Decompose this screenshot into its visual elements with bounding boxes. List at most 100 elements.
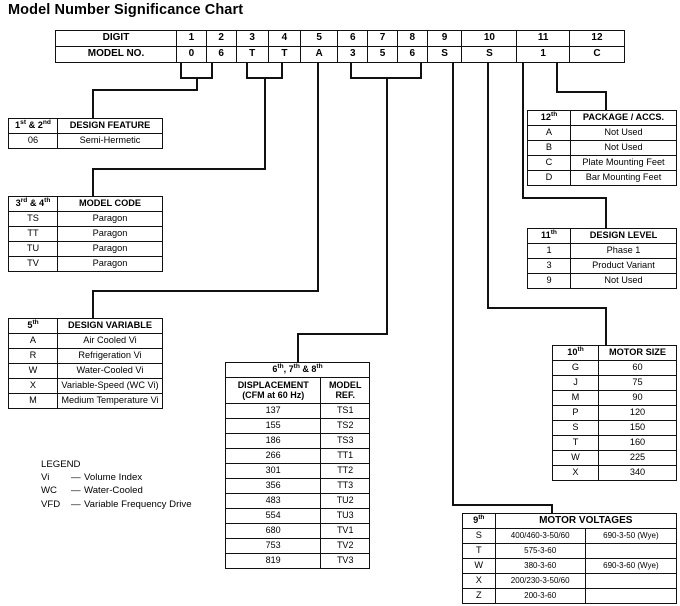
model-cell-1[interactable]: 0: [176, 46, 207, 63]
design-variable-code-4: M: [8, 393, 58, 409]
table-row: 186 TS3: [224, 433, 370, 449]
table-row: Z 200-3-60: [462, 588, 678, 604]
connector-digit12th-drop: [605, 91, 607, 111]
model-cell-5[interactable]: A: [299, 46, 339, 63]
connector-digit678-left: [350, 62, 352, 78]
motor-size-desc-1: 75: [598, 375, 677, 391]
connector-digit12th-stem: [556, 62, 558, 92]
model-cell-6[interactable]: 3: [337, 46, 369, 63]
table-row: TT Paragon: [8, 226, 163, 242]
digit-cell-11[interactable]: 11: [516, 30, 570, 47]
digit-cell-2[interactable]: 2: [205, 30, 237, 47]
displacement-ref-5: TT3: [320, 478, 370, 494]
model-cell-12[interactable]: C: [568, 46, 626, 63]
connector-digit678-right: [420, 62, 422, 78]
table-row: 3 Product Variant: [527, 258, 677, 274]
table-row: T 160: [552, 435, 677, 451]
digit-cell-8[interactable]: 8: [396, 30, 428, 47]
motor-voltages-v2-0: 690-3-50 (Wye): [584, 528, 678, 544]
digit-cell-6[interactable]: 6: [337, 30, 369, 47]
motor-size-table: 10th MOTOR SIZE G 60 J 75 M 90 P 120 S 150 T1…: [552, 345, 677, 481]
motor-voltages-header: MOTOR VOLTAGES: [494, 513, 678, 529]
motor-size-desc-0: 60: [598, 360, 677, 376]
digit-cell-10[interactable]: 10: [461, 30, 518, 47]
design-variable-desc-0: Air Cooled Vi: [57, 333, 163, 349]
package-code-0: A: [527, 125, 571, 141]
table-row: P 120: [552, 405, 677, 421]
connector-digit10-stem: [487, 62, 489, 308]
table-row: 301 TT2: [224, 463, 370, 479]
motor-voltages-v2-1: [584, 543, 678, 559]
motor-size-desc-3: 120: [598, 405, 677, 421]
table-row-header: 11th DESIGN LEVEL: [527, 228, 677, 244]
motor-voltages-v1-0: 400/460-3-50/60: [494, 528, 586, 544]
motor-size-code-7: X: [552, 465, 599, 481]
row-label-model-no: MODEL NO.: [55, 46, 177, 63]
motor-size-code-3: P: [552, 405, 599, 421]
model-cell-10[interactable]: S: [461, 46, 518, 63]
table-row-digit-label: 6th, 7th & 8th: [225, 362, 370, 378]
motor-voltages-v1-3: 200/230-3-50/60: [494, 573, 586, 589]
legend-abbr-1: WC: [41, 485, 57, 497]
table-row: B Not Used: [527, 140, 677, 156]
table-row-header: DISPLACEMENT (CFM at 60 Hz) MODEL REF.: [224, 377, 370, 404]
digit-cell-3[interactable]: 3: [235, 30, 269, 47]
table-row: J 75: [552, 375, 677, 391]
design-variable-header: DESIGN VARIABLE: [57, 318, 163, 334]
displacement-cfm-5: 356: [224, 478, 322, 494]
table-row-header: 12th PACKAGE / ACCS.: [527, 110, 677, 126]
digit-cell-4[interactable]: 4: [267, 30, 302, 47]
table-row-header: 1st & 2nd DESIGN FEATURE: [8, 118, 163, 134]
digit-cell-7[interactable]: 7: [367, 30, 398, 47]
design-level-desc-0: Phase 1: [570, 243, 677, 259]
package-accs-table: 12th PACKAGE / ACCS. A Not Used B Not Used…: [527, 110, 677, 186]
displacement-ref-0: TS1: [320, 403, 370, 419]
model-cell-2[interactable]: 6: [205, 46, 237, 63]
displacement-col1-header: DISPLACEMENT (CFM at 60 Hz): [224, 377, 322, 404]
table-row: G 60: [552, 360, 677, 376]
table-row: 753 TV2: [224, 538, 370, 554]
digit-cell-9[interactable]: 9: [426, 30, 463, 47]
legend-dash-2: —: [71, 498, 81, 510]
model-code-code-2: TU: [8, 241, 58, 257]
design-level-desc-2: Not Used: [570, 273, 677, 289]
connector-digit5-stem: [317, 62, 319, 292]
model-cell-7[interactable]: 5: [367, 46, 398, 63]
package-desc-2: Plate Mounting Feet: [570, 155, 677, 171]
legend-title: LEGEND: [41, 459, 81, 470]
displacement-cfm-6: 483: [224, 493, 322, 509]
model-cell-11[interactable]: 1: [516, 46, 570, 63]
design-feature-table: 1st & 2nd DESIGN FEATURE 06 Semi-Hermeti…: [8, 118, 163, 149]
legend-dash-1: —: [71, 485, 81, 497]
design-variable-code-2: W: [8, 363, 58, 379]
design-variable-digit-label: 5th: [8, 318, 58, 334]
digit-cell-5[interactable]: 5: [299, 30, 339, 47]
model-code-desc-2: Paragon: [57, 241, 163, 257]
connector-digit5-run: [92, 290, 319, 292]
connector-digit9-stem: [452, 62, 454, 505]
table-row: A Not Used: [527, 125, 677, 141]
model-cell-8[interactable]: 6: [396, 46, 428, 63]
digit-cell-12[interactable]: 12: [568, 30, 626, 47]
motor-voltages-v2-3: [584, 573, 678, 589]
package-desc-1: Not Used: [570, 140, 677, 156]
design-level-digit-label: 11th: [527, 228, 571, 244]
connector-digit34-drop: [92, 168, 94, 198]
motor-voltages-code-4: Z: [462, 588, 496, 604]
table-row: X Variable-Speed (WC Vi): [8, 378, 163, 394]
motor-voltages-code-3: X: [462, 573, 496, 589]
table-row: TV Paragon: [8, 256, 163, 272]
model-cell-4[interactable]: T: [267, 46, 302, 63]
package-code-3: D: [527, 170, 571, 186]
table-row: 155 TS2: [224, 418, 370, 434]
connector-digit12-right: [211, 62, 213, 78]
displacement-cfm-7: 554: [224, 508, 322, 524]
table-row: M Medium Temperature Vi: [8, 393, 163, 409]
model-cell-9[interactable]: S: [426, 46, 463, 63]
connector-digit12th-run: [556, 91, 606, 93]
connector-digit12-drop: [92, 89, 94, 119]
motor-voltages-v1-2: 380-3-60: [494, 558, 586, 574]
displacement-cfm-0: 137: [224, 403, 322, 419]
digit-cell-1[interactable]: 1: [176, 30, 207, 47]
model-cell-3[interactable]: T: [235, 46, 269, 63]
